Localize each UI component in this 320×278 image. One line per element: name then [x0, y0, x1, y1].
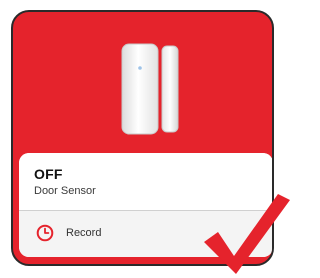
screen: OFF Door Sensor Record: [0, 0, 292, 278]
status-panel: OFF Door Sensor Record: [19, 153, 272, 257]
device-name: Door Sensor: [34, 185, 96, 197]
sensor-state: OFF: [34, 166, 63, 182]
door-sensor-image: [121, 43, 179, 135]
record-label: Record: [66, 227, 102, 239]
device-card[interactable]: OFF Door Sensor Record: [11, 10, 274, 266]
status-block: OFF Door Sensor: [19, 153, 272, 209]
record-button[interactable]: Record: [19, 211, 272, 257]
device-hero: [13, 12, 272, 152]
clock-icon: [36, 224, 54, 242]
